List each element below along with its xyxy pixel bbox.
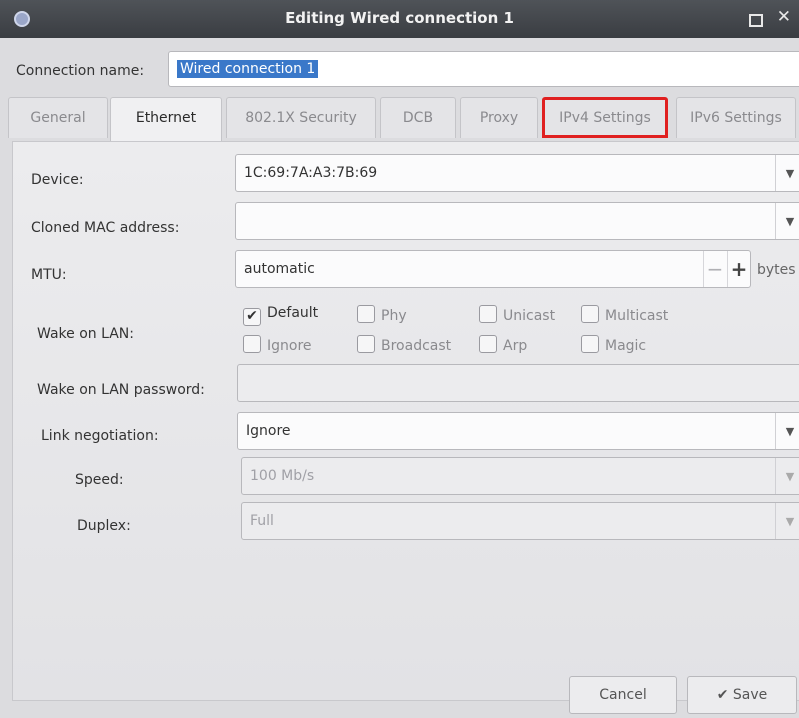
connection-name-value: Wired connection 1 <box>177 60 319 78</box>
wol-multicast-checkbox[interactable]: Multicast <box>581 305 668 324</box>
mtu-stepper[interactable]: automatic − + <box>235 250 751 288</box>
mtu-value: automatic <box>244 261 315 277</box>
speed-dropdown[interactable]: 100 Mb/s ▼ <box>241 457 799 495</box>
wol-magic-checkbox[interactable]: Magic <box>581 335 646 354</box>
wol-password-input[interactable] <box>237 364 799 402</box>
maximize-icon[interactable] <box>749 14 763 27</box>
tab-ipv4-settings[interactable]: IPv4 Settings <box>542 97 668 138</box>
connection-name-label: Connection name: <box>16 63 145 79</box>
speed-value: 100 Mb/s <box>250 468 315 484</box>
chevron-down-icon[interactable]: ▼ <box>775 458 799 494</box>
mtu-unit: bytes <box>757 262 796 278</box>
save-button[interactable]: ✔ Save <box>687 676 797 714</box>
window-title: Editing Wired connection 1 <box>285 9 514 27</box>
wol-default-checkbox[interactable]: ✔ Default <box>243 305 318 326</box>
device-label: Device: <box>31 172 84 188</box>
check-icon: ✔ <box>243 308 261 326</box>
tab-ipv6-settings[interactable]: IPv6 Settings <box>676 97 796 138</box>
link-negotiation-value: Ignore <box>246 423 291 439</box>
tab-dcb[interactable]: DCB <box>380 97 456 138</box>
speed-label: Speed: <box>75 472 124 488</box>
tab-general[interactable]: General <box>8 97 108 138</box>
wol-unicast-checkbox[interactable]: Unicast <box>479 305 555 324</box>
chevron-down-icon[interactable]: ▼ <box>775 155 799 191</box>
wol-broadcast-checkbox[interactable]: Broadcast <box>357 335 451 354</box>
wol-ignore-checkbox[interactable]: Ignore <box>243 335 312 354</box>
cloned-mac-dropdown[interactable]: ▼ <box>235 202 799 240</box>
tab-8021x-security[interactable]: 802.1X Security <box>226 97 376 138</box>
connection-name-input[interactable]: Wired connection 1 <box>168 51 799 87</box>
tab-bar: General Ethernet 802.1X Security DCB Pro… <box>8 97 799 141</box>
device-dropdown[interactable]: 1C:69:7A:A3:7B:69 ▼ <box>235 154 799 192</box>
mtu-increment-button[interactable]: + <box>727 251 750 287</box>
cloned-mac-label: Cloned MAC address: <box>31 220 180 236</box>
link-negotiation-dropdown[interactable]: Ignore ▼ <box>237 412 799 450</box>
link-negotiation-label: Link negotiation: <box>41 428 159 444</box>
ethernet-panel: Device: 1C:69:7A:A3:7B:69 ▼ Cloned MAC a… <box>12 141 799 714</box>
duplex-value: Full <box>250 513 274 529</box>
tab-ethernet[interactable]: Ethernet <box>110 97 222 141</box>
tab-proxy[interactable]: Proxy <box>460 97 538 138</box>
cancel-button[interactable]: Cancel <box>569 676 677 714</box>
mtu-decrement-button[interactable]: − <box>703 251 726 287</box>
mtu-label: MTU: <box>31 267 67 283</box>
chevron-down-icon[interactable]: ▼ <box>775 413 799 449</box>
wol-arp-checkbox[interactable]: Arp <box>479 335 527 354</box>
chevron-down-icon[interactable]: ▼ <box>775 203 799 239</box>
device-value: 1C:69:7A:A3:7B:69 <box>244 165 378 181</box>
duplex-label: Duplex: <box>77 518 131 534</box>
wake-on-lan-label: Wake on LAN: <box>37 326 134 342</box>
title-bar: Editing Wired connection 1 ✕ <box>0 0 799 38</box>
wol-password-label: Wake on LAN password: <box>37 382 205 398</box>
close-icon[interactable]: ✕ <box>777 7 791 27</box>
duplex-dropdown[interactable]: Full ▼ <box>241 502 799 540</box>
chevron-down-icon[interactable]: ▼ <box>775 503 799 539</box>
wol-phy-checkbox[interactable]: Phy <box>357 305 407 324</box>
